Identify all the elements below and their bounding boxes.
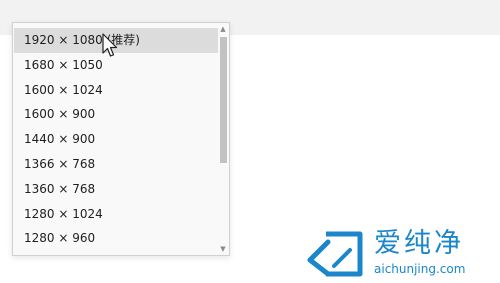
resolution-options: 1920 × 1080 (推荐) 1680 × 1050 1600 × 1024… (14, 28, 220, 251)
mouse-cursor-icon (102, 33, 118, 57)
resolution-option[interactable]: 1600 × 1024 (14, 78, 220, 103)
scroll-down-arrow-icon[interactable]: ▼ (218, 244, 228, 254)
site-watermark: 爱纯净 aichunjing.com (304, 228, 494, 280)
scroll-up-arrow-icon[interactable]: ▲ (218, 24, 228, 34)
screenshot: 1920 × 1080 (推荐) 1680 × 1050 1600 × 1024… (0, 0, 500, 283)
scroll-thumb[interactable] (220, 37, 227, 163)
resolution-option[interactable]: 1360 × 768 (14, 177, 220, 202)
resolution-option[interactable]: 1280 × 1024 (14, 202, 220, 227)
site-name: 爱纯净 (374, 228, 464, 259)
vertical-scrollbar[interactable]: ▲ ▼ (218, 24, 228, 254)
resolution-option[interactable]: 1280 × 960 (14, 226, 220, 251)
site-url: aichunjing.com (374, 262, 466, 276)
resolution-option[interactable]: 1600 × 900 (14, 102, 220, 127)
site-logo-icon (307, 231, 363, 277)
resolution-dropdown-list[interactable]: 1920 × 1080 (推荐) 1680 × 1050 1600 × 1024… (12, 22, 230, 256)
resolution-option[interactable]: 1366 × 768 (14, 152, 220, 177)
resolution-option[interactable]: 1440 × 900 (14, 127, 220, 152)
